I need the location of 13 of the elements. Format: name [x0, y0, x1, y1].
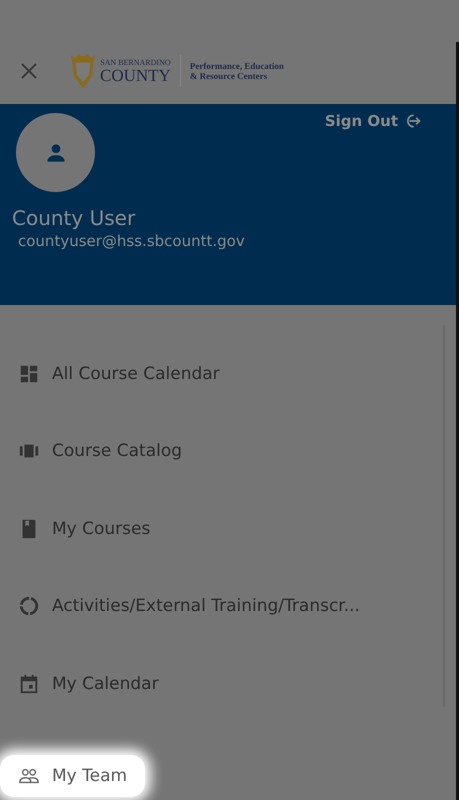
menu-item[interactable]: Activities/External Training/Transcr...: [0, 585, 378, 628]
menu-item[interactable]: My Courses: [0, 508, 168, 550]
menu-item[interactable]: All Course Calendar: [0, 352, 238, 395]
user-email: countyuser@hss.sbcountt.gov: [18, 232, 246, 250]
menu-item[interactable]: My Team: [0, 755, 146, 798]
sign-out-button[interactable]: Sign Out: [324, 111, 422, 132]
logo-tagline: Performance, Education: [190, 60, 284, 71]
user-name: County User: [12, 206, 136, 230]
menu-item[interactable]: My Calendar: [0, 662, 177, 705]
logo-title: COUNTY: [100, 66, 171, 84]
logo-tagline: & Resource Centers: [190, 70, 268, 81]
logo-subtitle: SAN BERNARDINO: [100, 58, 171, 67]
menu-item[interactable]: Course Catalog: [0, 430, 200, 472]
